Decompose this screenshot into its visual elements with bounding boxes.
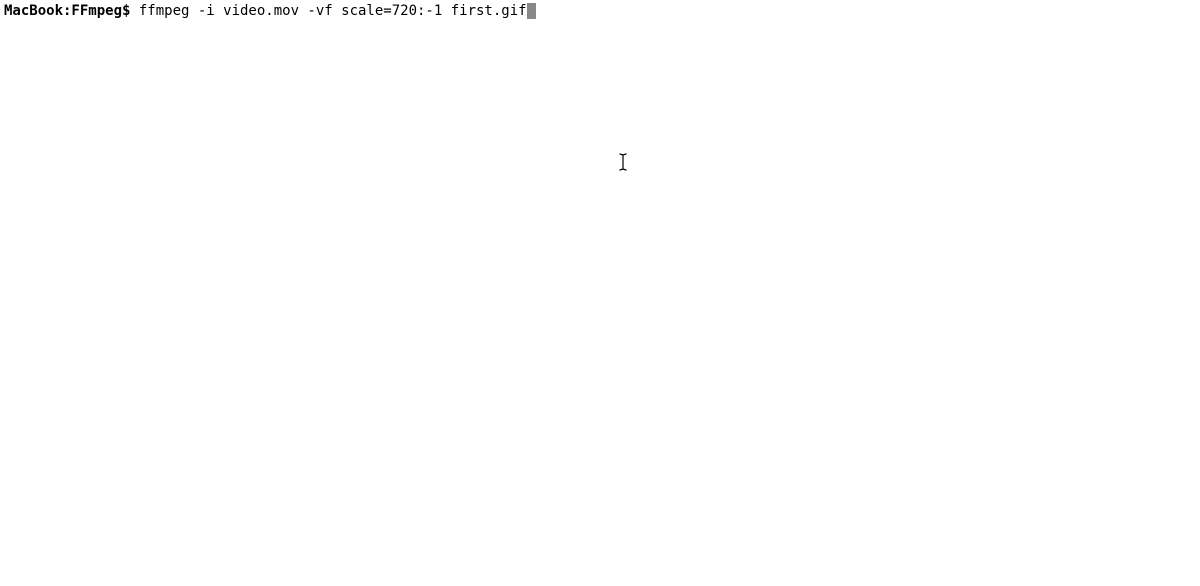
text-cursor-icon xyxy=(618,153,628,171)
terminal-line[interactable]: MacBook:FFmpeg$ ffmpeg -i video.mov -vf … xyxy=(0,0,1200,22)
shell-prompt: MacBook:FFmpeg$ xyxy=(4,2,139,20)
block-cursor xyxy=(527,3,536,19)
shell-command: ffmpeg -i video.mov -vf scale=720:-1 fir… xyxy=(139,2,527,20)
